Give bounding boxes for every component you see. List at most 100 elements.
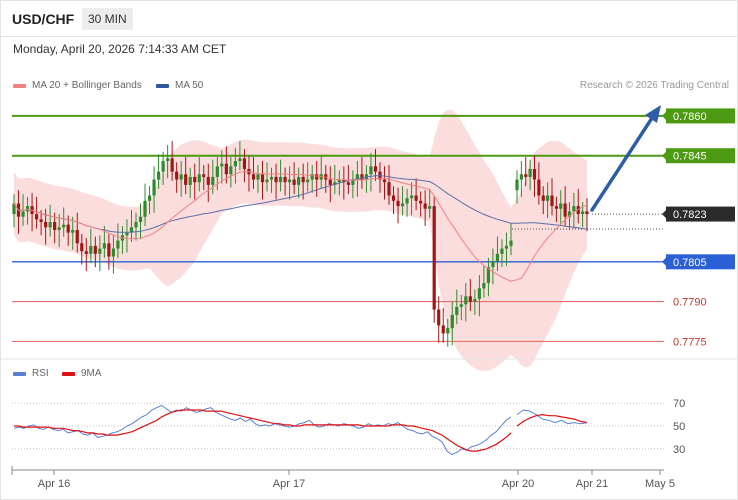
candle-body [242,158,247,169]
candle-body [107,243,111,257]
candle-body [283,176,287,183]
candle-body [66,224,70,233]
level-label-pointer [662,257,666,266]
candle-body [373,166,378,172]
candle-body [310,174,314,180]
candle-body [138,216,143,223]
candle-body [102,243,106,249]
candle-body [265,179,269,183]
candle-body [541,195,545,201]
candle-body [400,203,405,207]
candle-body [125,232,129,236]
candle-body [21,211,25,217]
x-tick-label: Apr 16 [38,478,70,490]
candle-body [220,163,224,167]
candle-body [48,222,52,228]
rsi-line [13,404,512,456]
candle-body [423,203,427,209]
candle-body [524,174,528,177]
candle-body [468,296,472,302]
candle-body [197,174,201,183]
candle-body [482,283,486,289]
candle-body [166,158,170,162]
candle-body [464,296,468,305]
candle-body [170,158,174,172]
candle-body [550,195,554,207]
candle-body [446,328,450,334]
candle-body [428,206,432,209]
candle-body [147,195,152,201]
candle-body [455,306,459,315]
candle-body [410,195,414,199]
candle-body [459,304,463,307]
rsi-ma-line [14,409,512,452]
candle-body [301,176,305,183]
rsi-tick-label: 70 [673,398,685,410]
candle-body [495,253,500,262]
candle-body [528,168,532,177]
candle-body [369,166,373,175]
candle-body [233,161,237,167]
candle-body [546,195,550,201]
candle-body [25,206,30,212]
candle-body [202,174,206,177]
candle-body [89,245,93,254]
candle-body [500,248,504,254]
rsi-line [516,409,588,425]
candle-body [519,174,523,180]
candle-body [559,203,563,209]
candle-body [134,222,138,228]
candle-body [306,179,310,183]
candle-body [238,158,242,162]
candle-body [405,198,409,204]
candle-body [188,176,192,185]
forecast-arrow-shaft [590,116,654,212]
x-tick-label: Apr 20 [502,478,534,490]
candle-body [346,182,350,185]
candle-body [274,176,278,183]
candle-body [491,261,495,268]
candle-body [53,222,57,230]
candle-body [260,174,265,183]
candle-body [278,176,283,183]
candle-body [34,214,39,220]
level-label-support_minor: 0.7790 [673,297,707,309]
candle-body [44,222,48,228]
price-rsi-chart: 0.7860 0.7845 0.7823 0.7805 0.7790 0.7775 70 50… [0,105,738,490]
candle-body [93,245,97,254]
candle-body [256,174,260,180]
candle-body [414,195,418,201]
level-label-support: 0.7805 [673,257,707,269]
candle-body [473,298,477,302]
level-label-resistance: 0.7845 [673,151,707,163]
candle-body [382,179,387,183]
candle-body [315,174,319,180]
candle-body [396,200,400,207]
x-tick-label: Apr 21 [576,478,608,490]
candle-body [251,174,256,180]
candle-body [437,309,441,326]
candle-body [62,224,66,228]
candle-body [211,176,215,185]
candle-body [537,179,541,196]
candle-body [156,171,161,180]
candle-body [509,240,513,246]
candle-body [206,176,210,185]
level-label-pointer [662,111,666,120]
level-label-resistance: 0.7860 [673,111,707,123]
level-label-last: 0.7823 [673,209,707,221]
candle-body [75,229,79,244]
level-label-support_minor: 0.7775 [673,336,707,348]
candle-body [143,200,147,217]
candle-body [328,179,332,185]
candle-body [179,174,183,180]
candle-body [80,243,84,252]
candle-body [152,179,156,196]
candle-body [292,179,296,185]
candle-body [532,168,537,180]
candle-body [432,206,436,310]
candle-body [554,206,558,209]
candle-body [224,163,228,175]
candle-body [288,179,292,183]
candle-body [111,248,115,257]
